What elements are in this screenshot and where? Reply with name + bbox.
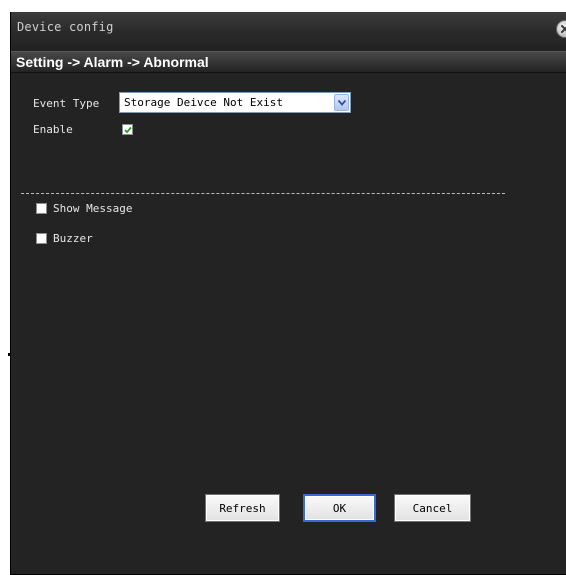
enable-label: Enable: [33, 123, 73, 136]
enable-checkbox[interactable]: [122, 124, 133, 135]
show-message-label: Show Message: [53, 202, 133, 215]
title-bar[interactable]: Device config: [11, 12, 566, 45]
event-type-label: Event Type: [33, 97, 100, 110]
buzzer-checkbox[interactable]: [36, 233, 47, 244]
close-button[interactable]: [556, 20, 566, 38]
ok-button[interactable]: OK: [303, 494, 376, 522]
refresh-button[interactable]: Refresh: [205, 494, 280, 522]
dropdown-button[interactable]: [334, 94, 349, 111]
breadcrumb: Setting -> Alarm -> Abnormal: [11, 51, 566, 73]
window-title: Device config: [17, 20, 114, 34]
close-icon: [561, 25, 566, 33]
event-type-value: Storage Deivce Not Exist: [124, 96, 283, 109]
buzzer-label: Buzzer: [53, 232, 93, 245]
breadcrumb-text: Setting -> Alarm -> Abnormal: [16, 54, 209, 70]
chevron-down-icon: [338, 100, 346, 106]
section-divider: [21, 193, 505, 194]
event-type-select[interactable]: Storage Deivce Not Exist: [119, 92, 351, 113]
checkmark-icon: [124, 126, 132, 134]
show-message-checkbox[interactable]: [36, 203, 47, 214]
cancel-button[interactable]: Cancel: [394, 494, 471, 522]
device-config-window: Device config Setting -> Alarm -> Abnorm…: [10, 12, 566, 575]
